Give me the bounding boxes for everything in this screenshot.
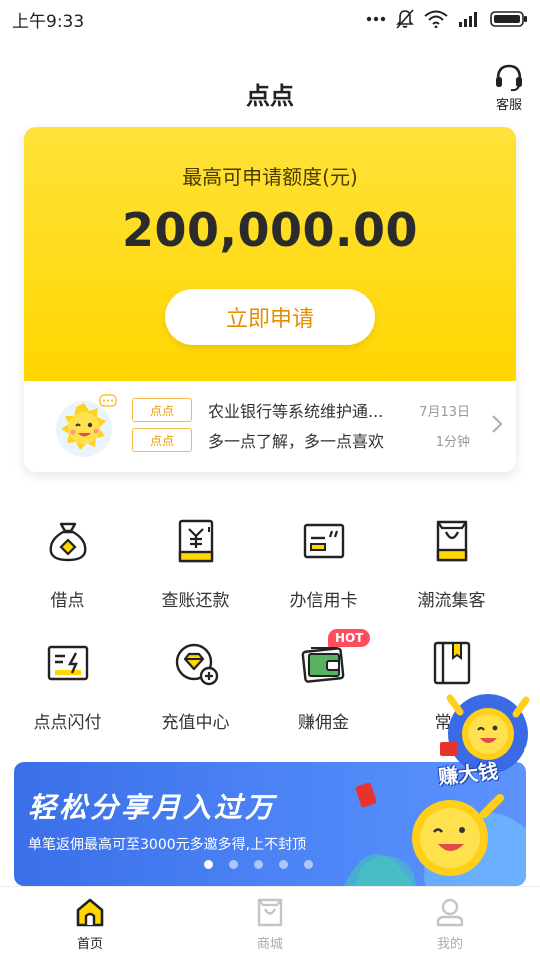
mascot-icon	[56, 394, 117, 457]
notice-item[interactable]: 点点 农业银行等系统维护通... 7月13日	[132, 398, 470, 422]
mall-icon	[257, 898, 283, 927]
more-dots-icon	[366, 16, 386, 22]
status-icons	[366, 9, 528, 29]
chevron-right-icon[interactable]	[490, 413, 504, 435]
grid-item-flash-pay[interactable]: 点点闪付	[0, 632, 135, 742]
notice-panel: 点点 农业银行等系统维护通... 7月13日 点点 多一点了解，多一点喜欢 1分…	[24, 381, 516, 472]
bill-icon	[178, 519, 214, 563]
tab-home[interactable]: 首页	[0, 887, 180, 960]
header: 点点 客服	[0, 56, 540, 126]
banner-title: 轻松分享月入过万	[28, 791, 277, 824]
hot-badge: HOT	[328, 629, 371, 647]
credit-card-icon	[303, 523, 345, 559]
customer-service-label: 客服	[495, 98, 522, 113]
banner-subtitle: 单笔返佣最高可至3000元多邀多得,上不封顶	[28, 837, 307, 853]
banner-pagination	[204, 860, 313, 869]
grid-item-commission[interactable]: HOT 赚佣金	[256, 629, 391, 742]
grid-label: 办信用卡	[289, 591, 358, 611]
bottom-tab-bar: 首页 商城 我的	[0, 886, 540, 960]
apply-now-button[interactable]: 立即申请	[165, 289, 375, 345]
recharge-icon	[175, 643, 219, 686]
pagination-dot[interactable]	[229, 860, 238, 869]
grid-label: 查账还款	[161, 591, 230, 611]
tab-mall[interactable]: 商城	[180, 887, 360, 960]
grid-label: 点点闪付	[33, 713, 102, 733]
customer-service-button[interactable]: 客服	[492, 62, 526, 113]
status-bar: 上午9:33	[0, 0, 540, 38]
notice-item[interactable]: 点点 多一点了解，多一点喜欢 1分钟	[132, 428, 470, 452]
notice-time: 1分钟	[435, 434, 470, 450]
grid-item-recharge[interactable]: 充值中心	[128, 632, 263, 742]
pagination-dot[interactable]	[254, 860, 263, 869]
tab-label: 我的	[436, 937, 463, 952]
tab-label: 首页	[76, 937, 103, 952]
book-icon	[433, 641, 471, 685]
home-icon	[76, 898, 104, 927]
profile-icon	[436, 898, 464, 927]
limit-label: 最高可申请额度(元)	[182, 165, 358, 189]
grid-label: 借点	[50, 591, 85, 611]
notice-text: 农业银行等系统维护通...	[208, 402, 384, 421]
credit-limit-card: 最高可申请额度(元) 200,000.00 立即申请 点点 农业银行等系统维护通…	[24, 127, 516, 472]
pagination-dot[interactable]	[204, 860, 213, 869]
headset-icon	[496, 64, 522, 92]
limit-amount: 200,000.00	[121, 203, 418, 257]
grid-label: 充值中心	[161, 713, 230, 733]
pagination-dot[interactable]	[279, 860, 288, 869]
signal-icon	[459, 12, 477, 27]
notice-text: 多一点了解，多一点喜欢	[208, 432, 385, 451]
earn-money-float-button[interactable]: 赚大钱	[432, 690, 540, 800]
page-title: 点点	[246, 82, 294, 110]
shopping-bag-icon	[436, 520, 468, 562]
pagination-dot[interactable]	[304, 860, 313, 869]
flash-pay-icon	[47, 645, 89, 681]
battery-icon	[490, 11, 527, 27]
grid-label: 赚佣金	[298, 713, 349, 733]
grid-item-trend-shop[interactable]: 潮流集客	[384, 510, 519, 620]
notice-tag: 点点	[132, 428, 192, 452]
status-time: 上午9:33	[12, 11, 85, 32]
grid-item-bills[interactable]: 查账还款	[128, 510, 263, 620]
grid-item-credit-card[interactable]: 办信用卡	[256, 510, 391, 620]
grid-item-borrow[interactable]: 借点	[0, 510, 135, 620]
wifi-icon	[424, 10, 448, 28]
notice-time: 7月13日	[419, 404, 470, 420]
money-bag-icon	[49, 522, 87, 562]
tab-label: 商城	[256, 937, 283, 952]
grid-label: 潮流集客	[417, 591, 486, 611]
credit-limit-panel: 最高可申请额度(元) 200,000.00 立即申请	[24, 127, 516, 381]
mute-bell-icon	[396, 9, 414, 29]
tab-profile[interactable]: 我的	[360, 887, 540, 960]
notice-tag: 点点	[132, 398, 192, 422]
